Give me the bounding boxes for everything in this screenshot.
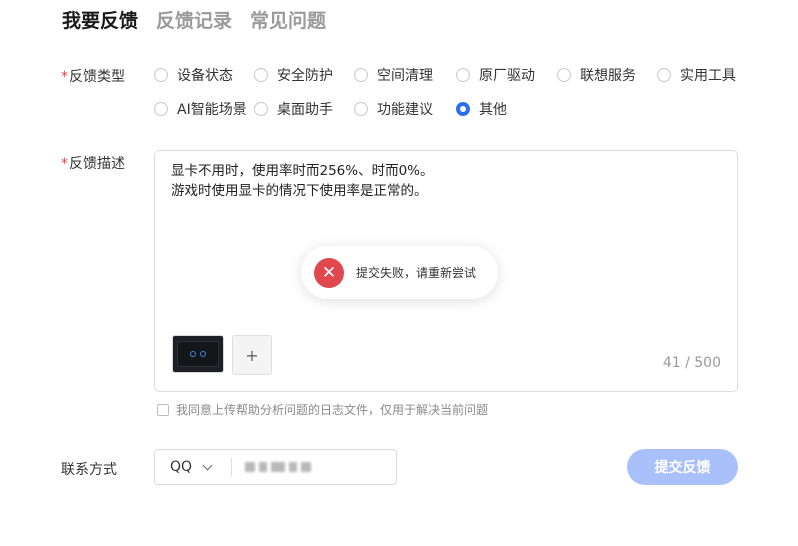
feedback-type-label-text: 反馈类型	[69, 69, 125, 85]
feedback-description-text[interactable]: 显卡不用时，使用率时而256%、时而0%。 游戏时使用显卡的情况下使用率是正常的…	[171, 161, 434, 201]
tab-bar: 我要反馈 反馈记录 常见问题	[62, 4, 326, 34]
tab-my-feedback[interactable]: 我要反馈	[62, 6, 138, 33]
tab-feedback-history[interactable]: 反馈记录	[156, 6, 232, 33]
attachment-thumbnail[interactable]	[172, 335, 224, 373]
radio-label: 联想服务	[580, 68, 636, 84]
radio-label: 原厂驱动	[479, 68, 535, 84]
radio-label: 桌面助手	[277, 102, 333, 118]
feedback-description-label-text: 反馈描述	[69, 156, 125, 172]
required-mark: *	[61, 156, 68, 172]
feedback-description-label: *反馈描述	[61, 153, 125, 173]
radio-ai-scenes[interactable]: AI智能场景	[154, 99, 247, 119]
contact-type-select[interactable]: QQ	[170, 450, 213, 484]
radio-security[interactable]: 安全防护	[254, 65, 333, 85]
radio-dot-selected	[456, 102, 470, 116]
character-counter: 41 / 500	[662, 355, 721, 371]
redacted-contact-value	[245, 460, 325, 474]
radio-label: 安全防护	[277, 68, 333, 84]
radio-dot	[456, 68, 470, 82]
contact-field: QQ	[154, 449, 397, 485]
add-attachment-button[interactable]: +	[232, 335, 272, 375]
radio-oem-drivers[interactable]: 原厂驱动	[456, 65, 535, 85]
radio-dot	[354, 102, 368, 116]
preview-ring-icon	[200, 351, 206, 357]
radio-lenovo-service[interactable]: 联想服务	[557, 65, 636, 85]
contact-type-value: QQ	[170, 459, 193, 475]
chevron-down-icon	[202, 460, 213, 470]
radio-other[interactable]: 其他	[456, 99, 507, 119]
radio-feature-suggestion[interactable]: 功能建议	[354, 99, 433, 119]
radio-desktop-assistant[interactable]: 桌面助手	[254, 99, 333, 119]
radio-label: 设备状态	[177, 68, 233, 84]
radio-dot	[254, 68, 268, 82]
preview-ring-icon	[190, 351, 196, 357]
radio-dot	[354, 68, 368, 82]
checkbox-box[interactable]	[157, 403, 169, 416]
radio-utilities[interactable]: 实用工具	[657, 65, 736, 85]
radio-label: 实用工具	[680, 68, 736, 84]
error-x-icon: ✕	[314, 257, 344, 288]
toast-message: 提交失败，请重新尝试	[356, 266, 477, 280]
divider	[231, 458, 232, 476]
contact-number-input[interactable]	[239, 456, 379, 478]
screenshot-preview	[177, 341, 219, 367]
radio-label: 空间清理	[377, 68, 433, 84]
radio-space-cleanup[interactable]: 空间清理	[354, 65, 433, 85]
radio-dot	[254, 102, 268, 116]
contact-label: 联系方式	[61, 462, 117, 478]
radio-device-status[interactable]: 设备状态	[154, 65, 233, 85]
submit-feedback-button[interactable]: 提交反馈	[627, 449, 738, 485]
radio-dot	[154, 102, 168, 116]
agree-log-upload-checkbox[interactable]: 我同意上传帮助分析问题的日志文件，仅用于解决当前问题	[157, 401, 488, 418]
radio-label: AI智能场景	[177, 102, 247, 118]
radio-label: 功能建议	[377, 102, 433, 118]
radio-dot	[154, 68, 168, 82]
radio-dot	[557, 68, 571, 82]
error-toast: ✕ 提交失败，请重新尝试	[301, 246, 498, 299]
agree-text: 我同意上传帮助分析问题的日志文件，仅用于解决当前问题	[176, 403, 489, 417]
tab-faq[interactable]: 常见问题	[250, 6, 326, 33]
required-mark: *	[61, 69, 68, 85]
radio-label: 其他	[479, 102, 507, 118]
radio-dot	[657, 68, 671, 82]
feedback-type-label: *反馈类型	[61, 66, 125, 86]
